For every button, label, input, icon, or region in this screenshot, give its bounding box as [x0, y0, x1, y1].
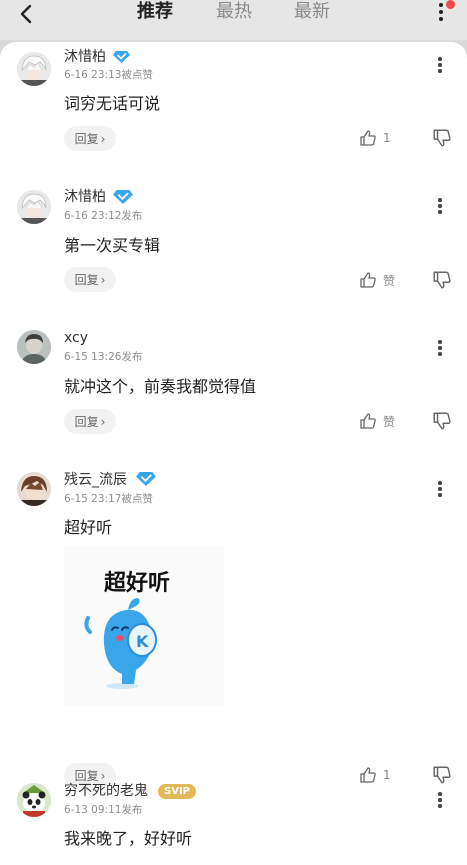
kugou-mascot-sticker: 超好听 K	[84, 570, 170, 689]
reply-button[interactable]: 回复 ›	[64, 409, 116, 434]
dislike-button[interactable]	[432, 765, 452, 785]
comments-sheet: 沐惜柏 6-16 23:13被点赞 词穷无话可说 回复 › 1 沐惜柏 6-16…	[0, 42, 467, 865]
comment-content: 词穷无话可说	[64, 94, 161, 113]
comment-content: 我来晚了，好好听	[64, 829, 193, 848]
dislike-button[interactable]	[432, 411, 452, 431]
avatar[interactable]	[17, 783, 51, 817]
avatar[interactable]	[17, 52, 51, 86]
avatar[interactable]	[17, 190, 51, 224]
comment-meta: 6-13 09:11发布	[64, 804, 143, 816]
avatar-anime-white-hair-icon	[17, 52, 51, 86]
more-icon	[439, 3, 443, 7]
sticker-image[interactable]: 超好听 K	[64, 546, 224, 706]
notification-dot	[446, 0, 455, 9]
sticker-text: 超好听	[104, 570, 170, 596]
comment-meta: 6-15 23:17被点赞	[64, 493, 153, 505]
thumbs-down-icon	[433, 129, 451, 147]
comment-meta: 6-16 23:12发布	[64, 210, 143, 222]
thumbs-up-icon	[360, 130, 376, 146]
avatar[interactable]	[17, 472, 51, 506]
comment-content: 超好听	[64, 518, 113, 537]
comment-content: 就冲这个，前奏我都觉得值	[64, 377, 257, 396]
more-icon	[438, 481, 442, 485]
like-button[interactable]: 1	[359, 765, 391, 785]
thumbs-up-icon	[360, 767, 376, 783]
reply-button[interactable]: 回复 ›	[64, 267, 116, 292]
like-count: 1	[383, 131, 391, 145]
more-icon	[438, 340, 442, 344]
chevron-right-icon: ›	[100, 272, 106, 287]
like-button[interactable]: 赞	[359, 411, 395, 431]
chevron-right-icon: ›	[100, 768, 106, 783]
avatar[interactable]	[17, 330, 51, 364]
tab-hottest[interactable]: 最热	[216, 0, 252, 24]
like-label: 赞	[383, 273, 396, 288]
top-bar: 推荐 最热 最新	[0, 0, 467, 40]
comment-meta: 6-16 23:13被点赞	[64, 69, 153, 81]
username[interactable]: xcy	[64, 329, 88, 347]
dislike-button[interactable]	[432, 270, 452, 290]
sticker-logo-letter: K	[136, 632, 149, 651]
username[interactable]: 沐惜柏	[64, 48, 106, 66]
comment-more-button[interactable]	[434, 339, 446, 357]
tab-newest[interactable]: 最新	[294, 0, 330, 24]
verified-diamond-icon	[136, 472, 156, 486]
thumbs-down-icon	[433, 412, 451, 430]
comment-more-button[interactable]	[434, 197, 446, 215]
comment-meta: 6-15 13:26发布	[64, 351, 143, 363]
tab-recommended[interactable]: 推荐	[137, 0, 173, 24]
chevron-right-icon: ›	[100, 131, 106, 146]
comment-more-button[interactable]	[434, 480, 446, 498]
verified-diamond-icon	[113, 51, 130, 63]
username[interactable]: 沐惜柏	[64, 188, 106, 206]
chevron-right-icon: ›	[100, 414, 106, 429]
avatar-anime-brown-hair-icon	[17, 472, 51, 506]
more-icon	[438, 792, 442, 796]
comment-more-button[interactable]	[434, 56, 446, 74]
verified-diamond-icon	[113, 190, 133, 204]
username[interactable]: 穷不死的老鬼	[64, 782, 148, 800]
avatar-anime-white-hair-icon	[17, 190, 51, 224]
thumbs-up-icon	[360, 413, 376, 429]
comment-content: 第一次买专辑	[64, 236, 161, 255]
username[interactable]: 残云_流辰	[64, 471, 127, 489]
svip-badge: SVIP	[158, 784, 196, 799]
more-icon	[438, 198, 442, 202]
thumbs-up-icon	[360, 272, 376, 288]
thumbs-down-icon	[433, 271, 451, 289]
avatar-panda-icon	[17, 783, 51, 817]
reply-button[interactable]: 回复 ›	[64, 126, 116, 151]
like-button[interactable]: 赞	[359, 270, 395, 290]
like-count: 1	[383, 768, 391, 782]
like-button[interactable]: 1	[359, 128, 391, 148]
sort-tabs: 推荐 最热 最新	[0, 0, 467, 28]
comment-more-button[interactable]	[434, 791, 446, 809]
more-icon	[438, 57, 442, 61]
dislike-button[interactable]	[432, 128, 452, 148]
thumbs-down-icon	[433, 766, 451, 784]
like-label: 赞	[383, 414, 396, 429]
avatar-portrait-icon	[17, 330, 51, 364]
